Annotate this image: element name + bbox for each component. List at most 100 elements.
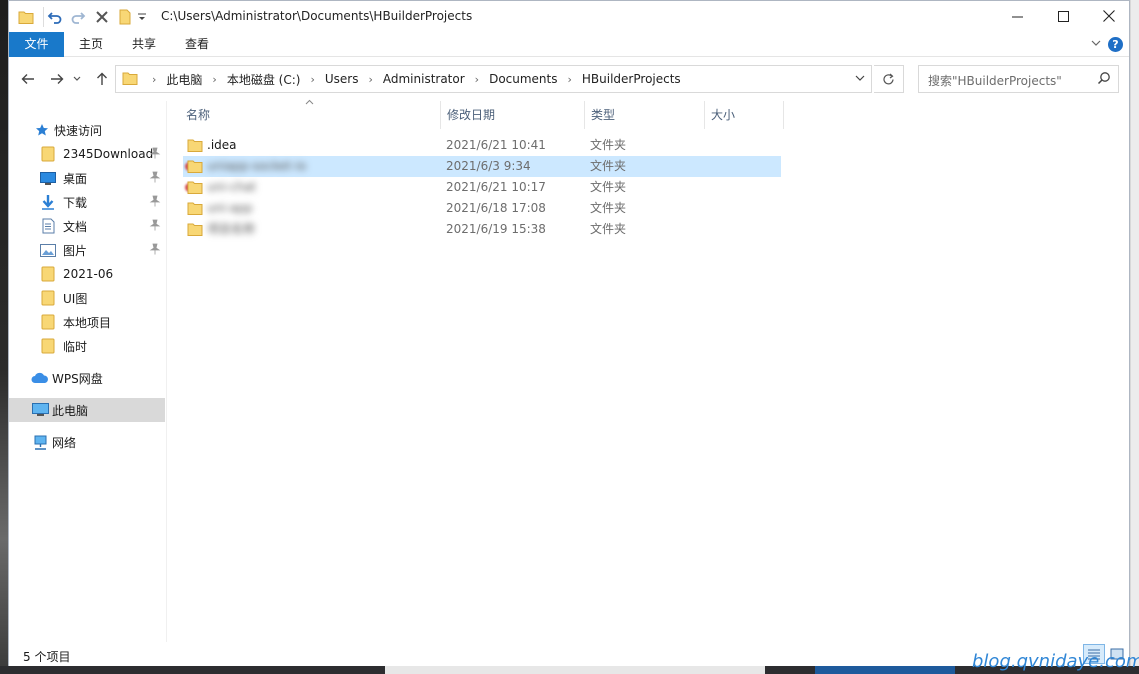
sidebar-item-wps-cloud[interactable]: WPS网盘	[31, 366, 187, 390]
column-header-date[interactable]: 修改日期	[440, 101, 585, 129]
tab-view[interactable]: 查看	[173, 32, 221, 57]
crumb-users[interactable]: Users	[323, 72, 361, 86]
sidebar-item-label: 临时	[63, 339, 88, 354]
crumb-local-disk[interactable]: 本地磁盘 (C:)	[225, 71, 303, 88]
delete-icon[interactable]	[91, 7, 113, 27]
address-bar[interactable]: › 此电脑 › 本地磁盘 (C:) › Users › Administrato…	[115, 65, 872, 93]
folder-icon	[187, 222, 203, 239]
sidebar-item-label: 快速访问	[54, 123, 103, 138]
sidebar-item-label: 桌面	[63, 171, 88, 186]
maximize-button[interactable]	[1040, 1, 1086, 31]
item-count: 5 个项目	[23, 650, 71, 664]
help-icon[interactable]: ?	[1108, 37, 1123, 52]
pin-icon[interactable]	[149, 243, 161, 258]
download-icon	[39, 194, 57, 210]
navigation-bar: › 此电脑 › 本地磁盘 (C:) › Users › Administrato…	[9, 57, 1129, 101]
folder-icon	[39, 338, 57, 354]
chevron-right-icon[interactable]: ›	[302, 73, 322, 86]
file-name: uniapp-socket-io	[207, 159, 307, 173]
file-date: 2021/6/19 15:38	[446, 222, 546, 236]
tab-share[interactable]: 共享	[120, 32, 168, 57]
column-header-size[interactable]: 大小	[704, 101, 784, 129]
search-placeholder: 搜索"HBuilderProjects"	[928, 74, 1062, 88]
crumb-documents[interactable]: Documents	[487, 72, 559, 86]
table-row[interactable]: uniapp-socket-io 2021/6/3 9:34 文件夹	[183, 156, 781, 177]
network-icon	[31, 434, 49, 450]
refresh-button[interactable]	[874, 65, 904, 93]
tab-file[interactable]: 文件	[9, 32, 64, 57]
minimize-button[interactable]	[994, 1, 1040, 31]
desktop-icon	[39, 170, 57, 186]
file-name: .idea	[207, 138, 237, 152]
watermark-text: blog.qvnidaye.com	[972, 651, 1139, 672]
sidebar-item-label: UI图	[63, 291, 88, 306]
cloud-icon	[31, 370, 49, 386]
search-box[interactable]: 搜索"HBuilderProjects"	[918, 65, 1119, 93]
recent-locations-icon[interactable]	[70, 68, 84, 90]
customize-qat-icon[interactable]	[135, 7, 149, 27]
chevron-right-icon[interactable]: ›	[360, 73, 380, 86]
chevron-right-icon[interactable]: ›	[560, 73, 580, 86]
folder-icon	[39, 266, 57, 282]
sidebar-item-label: 本地项目	[63, 315, 112, 330]
sidebar-item-label: 图片	[63, 243, 88, 258]
folder-icon	[15, 7, 37, 27]
crumb-administrator[interactable]: Administrator	[381, 72, 467, 86]
sidebar-item-this-pc[interactable]: 此电脑	[9, 398, 165, 422]
chevron-right-icon[interactable]: ›	[204, 73, 224, 86]
file-date: 2021/6/18 17:08	[446, 201, 546, 215]
sidebar-item-label: 文档	[63, 219, 88, 234]
sidebar-item-label: 2021-06	[63, 267, 114, 281]
pin-icon[interactable]	[149, 219, 161, 234]
close-button[interactable]	[1086, 1, 1132, 31]
chevron-right-icon[interactable]: ›	[467, 73, 487, 86]
up-button[interactable]	[91, 68, 113, 90]
title-bar: C:\Users\Administrator\Documents\HBuilde…	[9, 1, 1129, 32]
expand-ribbon-icon[interactable]	[1091, 37, 1101, 50]
folder-icon	[39, 314, 57, 330]
column-header-name[interactable]: 名称	[179, 101, 441, 129]
folder-icon	[187, 138, 203, 155]
undo-icon[interactable]	[43, 7, 65, 27]
folder-icon	[187, 159, 203, 176]
crumb-hbuilderprojects[interactable]: HBuilderProjects	[580, 72, 683, 86]
redo-icon[interactable]	[67, 7, 89, 27]
file-date: 2021/6/21 10:41	[446, 138, 546, 152]
search-icon[interactable]	[1097, 71, 1111, 88]
forward-button[interactable]	[46, 68, 68, 90]
folder-icon	[122, 71, 138, 88]
pin-icon[interactable]	[149, 147, 161, 162]
table-row[interactable]: uni-app 2021/6/18 17:08 文件夹	[183, 198, 781, 219]
chevron-right-icon[interactable]: ›	[144, 73, 164, 86]
background-window-left	[0, 0, 8, 674]
table-row[interactable]: .idea 2021/6/21 10:41 文件夹	[183, 135, 781, 156]
sidebar-item-network[interactable]: 网络	[31, 430, 187, 454]
crumb-this-pc[interactable]: 此电脑	[164, 71, 204, 88]
new-folder-icon[interactable]	[115, 7, 137, 27]
pin-icon[interactable]	[149, 195, 161, 210]
back-button[interactable]	[17, 68, 39, 90]
address-history-icon[interactable]	[855, 72, 865, 85]
folder-icon	[187, 201, 203, 218]
sidebar-item-label: WPS网盘	[52, 371, 103, 386]
sidebar-item-quick-access[interactable]: 快速访问	[33, 118, 189, 142]
sidebar-item-label: 2345Download	[63, 147, 154, 161]
file-type: 文件夹	[590, 201, 627, 215]
file-name: 项目名称	[207, 222, 256, 236]
taskbar-strip	[0, 666, 1139, 674]
file-date: 2021/6/3 9:34	[446, 159, 531, 173]
column-header-type[interactable]: 类型	[584, 101, 705, 129]
file-explorer-window: C:\Users\Administrator\Documents\HBuilde…	[8, 0, 1130, 666]
picture-icon	[39, 242, 57, 258]
table-row[interactable]: 项目名称 2021/6/19 15:38 文件夹	[183, 219, 781, 240]
navigation-pane: 快速访问 2345Download 桌面 下载 文档 图片 2021-06 UI…	[9, 101, 167, 642]
folder-icon	[187, 180, 203, 197]
tab-home[interactable]: 主页	[67, 32, 115, 57]
file-type: 文件夹	[590, 138, 627, 152]
background-window-right	[1130, 0, 1139, 674]
table-row[interactable]: uni-chat 2021/6/21 10:17 文件夹	[183, 177, 781, 198]
pin-icon[interactable]	[149, 171, 161, 186]
folder-icon	[39, 146, 57, 162]
sidebar-item-label: 网络	[52, 435, 77, 450]
file-date: 2021/6/21 10:17	[446, 180, 546, 194]
